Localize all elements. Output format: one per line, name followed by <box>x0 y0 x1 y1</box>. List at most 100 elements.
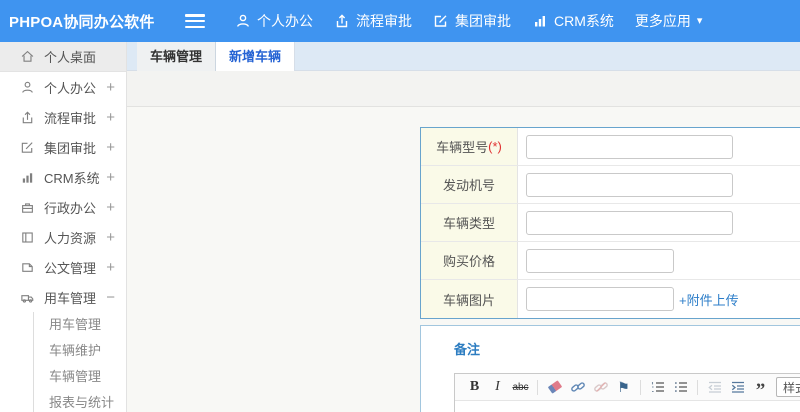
nav-process-approval[interactable]: 流程审批 <box>334 11 412 31</box>
nav-label: 个人办公 <box>257 13 313 29</box>
expand-icon: + <box>106 228 115 246</box>
label-text: 车辆类型 <box>442 216 495 231</box>
top-nav: 个人办公 流程审批 集团审批 CRM系统 更多应用 ▾ <box>235 11 702 31</box>
sidebar-item-admin-office[interactable]: 行政办公 + <box>0 192 126 222</box>
style-dropdown-label: 样式 <box>783 380 800 395</box>
italic-icon[interactable]: I <box>487 377 508 398</box>
expand-icon: + <box>106 138 115 156</box>
tab-vehicle-management[interactable]: 车辆管理 <box>137 42 217 71</box>
attachment-upload-link[interactable]: +附件上传 <box>679 290 739 309</box>
sidebar-item-vehicle-mgmt[interactable]: 用车管理 − <box>0 282 126 312</box>
purchase-price-input[interactable] <box>526 248 674 273</box>
rich-text-editor: B I abc ⚑ ” 样式 <box>454 373 800 412</box>
ordered-list-icon[interactable] <box>647 377 668 398</box>
sidebar-item-crm[interactable]: CRM系统 + <box>0 162 126 192</box>
vehicle-model-input[interactable] <box>526 134 733 159</box>
label-text: 车辆型号 <box>436 140 489 155</box>
briefcase-icon <box>20 200 36 215</box>
vehicle-form: 车辆型号 (*) 发动机号 车辆类型 购买价格 车辆图片 +附件上传 <box>420 127 800 319</box>
sidebar-item-documents[interactable]: 公文管理 + <box>0 252 126 282</box>
sidebar-item-personal-office[interactable]: 个人办公 + <box>0 72 126 102</box>
field-label: 车辆图片 <box>421 280 518 318</box>
label-text: 发动机号 <box>442 178 495 193</box>
unordered-list-icon[interactable] <box>670 377 691 398</box>
expand-icon: + <box>106 78 115 96</box>
form-row-engine: 发动机号 <box>421 166 800 204</box>
nav-personal-office[interactable]: 个人办公 <box>235 11 313 31</box>
home-icon <box>20 49 36 64</box>
approval-icon <box>20 140 36 155</box>
notes-title: 备注 <box>454 342 481 357</box>
document-icon <box>20 260 36 275</box>
sidebar-item-group-approval[interactable]: 集团审批 + <box>0 132 126 162</box>
sidebar-item-hr[interactable]: 人力资源 + <box>0 222 126 252</box>
nav-more-apps[interactable]: 更多应用 ▾ <box>635 11 703 31</box>
nav-label: CRM系统 <box>554 13 614 29</box>
sidebar-item-label: 个人桌面 <box>44 50 97 65</box>
book-icon <box>20 230 36 245</box>
caret-down-icon: ▾ <box>696 14 703 27</box>
bold-icon[interactable]: B <box>464 377 485 398</box>
toolbar-strip <box>127 71 800 107</box>
link-icon[interactable] <box>567 377 588 398</box>
vehicle-image-input[interactable] <box>526 287 674 311</box>
form-row-model: 车辆型号 (*) <box>421 128 800 166</box>
menu-icon[interactable] <box>185 14 205 28</box>
process-icon <box>20 110 36 125</box>
process-icon <box>334 13 350 29</box>
expand-icon: + <box>106 258 115 276</box>
crm-icon <box>532 13 548 29</box>
editor-content-area[interactable] <box>455 401 800 412</box>
content-area: 车辆型号 (*) 发动机号 车辆类型 购买价格 车辆图片 +附件上传 备注 B … <box>127 107 800 412</box>
field-label: 购买价格 <box>421 242 518 279</box>
required-mark: (*) <box>488 139 502 154</box>
expand-icon: + <box>106 108 115 126</box>
nav-label: 流程审批 <box>356 13 412 29</box>
style-dropdown[interactable]: 样式 ▾ <box>776 377 800 397</box>
main-area: 车辆管理 新增车辆 车辆型号 (*) 发动机号 车辆类型 购买价格 车辆图片 +… <box>127 42 800 412</box>
sidebar-item-personal-desktop[interactable]: 个人桌面 <box>0 42 126 72</box>
submenu-item-reports-statistics[interactable]: 报表与统计 <box>49 390 126 412</box>
notes-panel: 备注 B I abc ⚑ ” 样 <box>420 325 800 412</box>
tab-bar: 车辆管理 新增车辆 <box>127 42 800 71</box>
label-text: 购买价格 <box>442 254 495 269</box>
nav-label: 更多应用 <box>634 13 691 29</box>
indent-icon[interactable] <box>727 377 748 398</box>
approval-icon <box>433 13 449 29</box>
blockquote-icon[interactable]: ” <box>750 377 771 400</box>
vehicle-submenu: 用车管理 车辆维护 车辆管理 报表与统计 <box>33 312 126 412</box>
remove-format-icon[interactable] <box>544 377 565 398</box>
strikethrough-icon[interactable]: abc <box>510 377 531 398</box>
toolbar-separator <box>640 379 641 395</box>
submenu-item-vehicle-use[interactable]: 用车管理 <box>49 312 126 338</box>
user-icon <box>235 13 251 29</box>
outdent-icon[interactable] <box>704 377 725 398</box>
user-icon <box>20 80 36 95</box>
form-row-type: 车辆类型 <box>421 204 800 242</box>
vehicle-type-input[interactable] <box>526 210 733 235</box>
form-row-price: 购买价格 <box>421 242 800 280</box>
nav-label: 集团审批 <box>455 13 511 29</box>
toolbar-separator <box>537 379 538 395</box>
truck-icon <box>20 290 36 305</box>
tab-new-vehicle[interactable]: 新增车辆 <box>216 42 296 71</box>
unlink-icon[interactable] <box>590 377 611 398</box>
expand-icon: + <box>106 168 115 186</box>
crm-icon <box>20 170 36 185</box>
label-text: 车辆图片 <box>442 292 495 308</box>
expand-icon: + <box>106 198 115 216</box>
field-label: 发动机号 <box>421 166 518 203</box>
anchor-icon[interactable]: ⚑ <box>613 377 634 398</box>
engine-number-input[interactable] <box>526 172 733 197</box>
app-logo: PHPOA协同办公软件 <box>9 13 155 31</box>
submenu-item-vehicle-management[interactable]: 车辆管理 <box>49 364 126 390</box>
top-header: PHPOA协同办公软件 个人办公 流程审批 集团审批 CRM系统 更多应用 ▾ <box>0 0 800 42</box>
nav-crm-system[interactable]: CRM系统 <box>532 11 614 31</box>
toolbar-separator <box>697 379 698 395</box>
editor-toolbar: B I abc ⚑ ” 样式 <box>455 374 800 401</box>
field-label: 车辆型号 (*) <box>421 128 518 165</box>
submenu-item-vehicle-maintenance[interactable]: 车辆维护 <box>49 338 126 364</box>
sidebar-item-process-approval[interactable]: 流程审批 + <box>0 102 126 132</box>
nav-group-approval[interactable]: 集团审批 <box>433 11 511 31</box>
field-label: 车辆类型 <box>421 204 518 241</box>
